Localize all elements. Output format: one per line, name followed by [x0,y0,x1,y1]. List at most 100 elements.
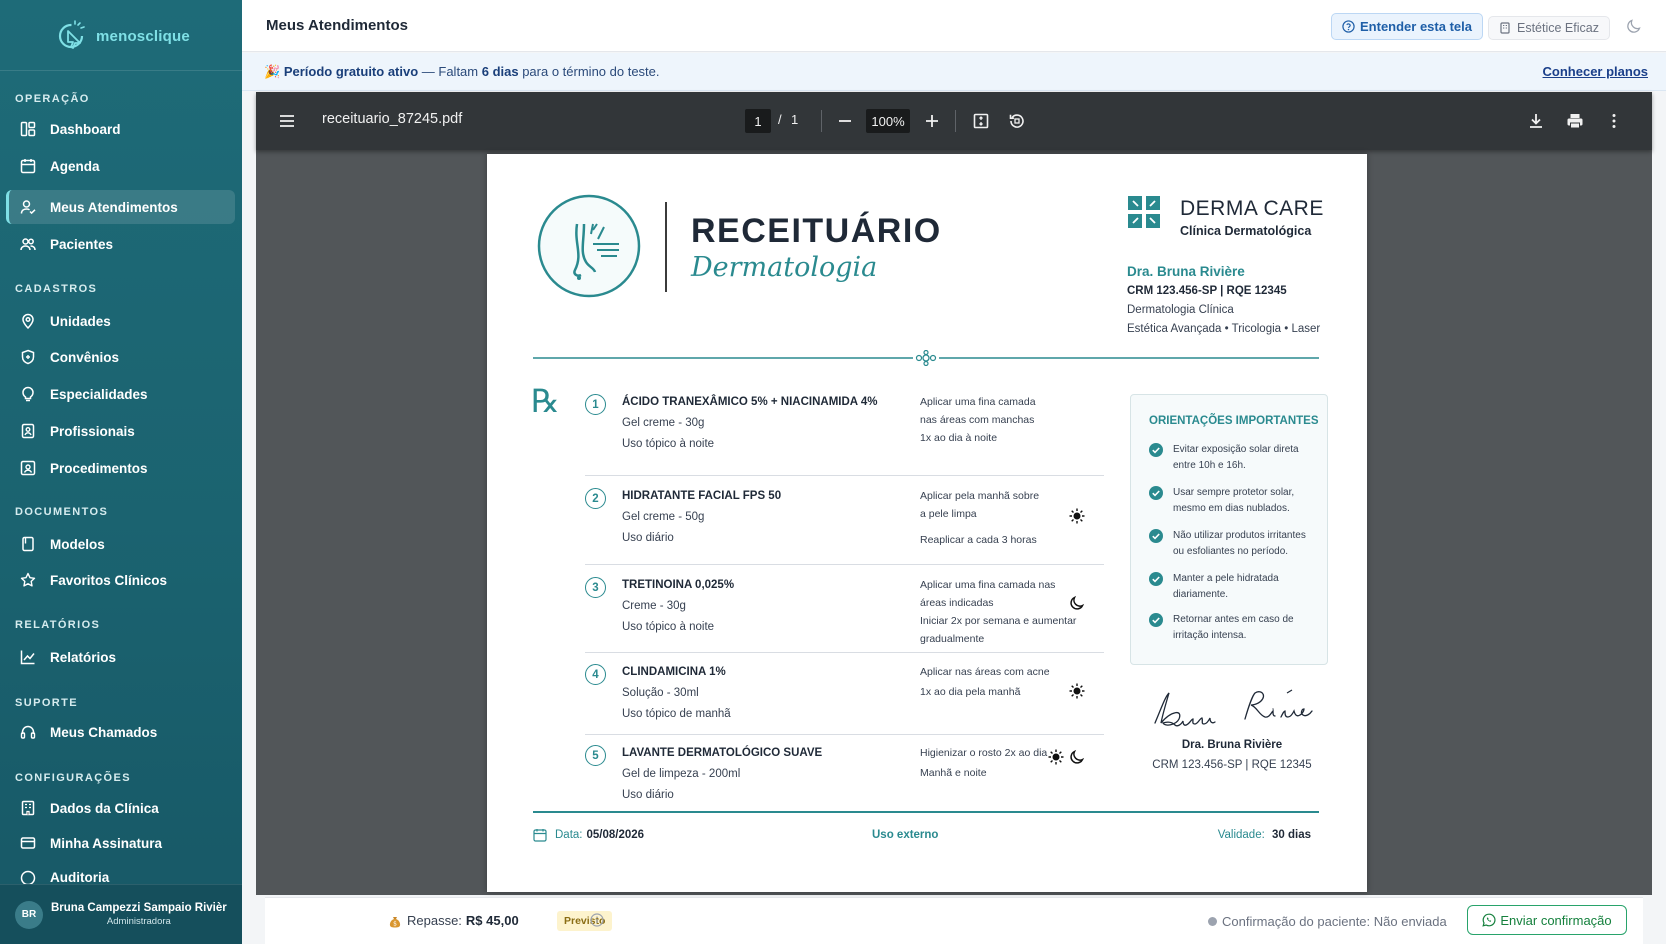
validity-label: Validade: [1217,829,1265,841]
section-title-operacao: OPERAÇÃO [15,93,90,105]
sidebar-item-meus-chamados[interactable]: Meus Chamados [6,715,235,749]
sidebar-item-meus-atendimentos[interactable]: Meus Atendimentos [6,190,235,224]
section-title-documentos: DOCUMENTOS [15,506,109,518]
clinic-subtitle: Clínica Dermatológica [1180,224,1312,238]
sidebar-item-modelos[interactable]: Modelos [6,527,235,561]
medication-name: HIDRATANTE FACIAL FPS 50 [622,490,782,502]
bottom-bar: $ Repasse: R$ 45,00 Previsto Confirmação… [265,897,1643,944]
medication-instruction: 1x ao dia à noite [920,432,998,444]
status-dot [1208,917,1217,926]
brand-name: menosclique [96,27,190,45]
zoom-out-icon[interactable] [836,112,854,130]
orientation-line: irritação intensa. [1173,630,1247,641]
confirmation-status: Confirmação do paciente: Não enviada [1208,914,1447,929]
medication-instruction: Aplicar nas áreas com acne [920,666,1050,678]
sidebar-item-dados-da-clinica[interactable]: Dados da Clínica [6,791,235,825]
sidebar-item-relatorios[interactable]: Relatórios [6,640,235,674]
toolbar-divider [955,110,956,132]
sidebar-item-profissionais[interactable]: Profissionais [6,414,235,448]
download-icon[interactable] [1527,112,1545,130]
usage-type: Uso externo [872,829,939,841]
doctor-specialty-extra: Estética Avançada • Tricologia • Laser [1127,323,1321,335]
building-icon [21,800,35,816]
fit-page-icon[interactable] [972,112,990,130]
sidebar-item-agenda[interactable]: Agenda [6,149,235,183]
footer-divider [533,811,1319,813]
sidebar-item-auditoria[interactable]: Auditoria [6,864,235,884]
medication-divider [585,564,1104,565]
dermatology-logo-icon [537,194,641,298]
date-value: 05/08/2026 [586,829,645,841]
page-number-input[interactable]: 1 [745,109,771,133]
document-title: RECEITUÁRIO [691,212,942,250]
location-pin-icon [22,313,34,329]
sidebar-item-label: Unidades [50,313,111,329]
calendar-icon [20,159,36,174]
chart-line-icon [20,650,35,665]
user-profile[interactable]: BR Bruna Campezzi Sampaio Rivièr Adminis… [0,884,242,944]
sidebar-item-especialidades[interactable]: Especialidades [6,377,235,411]
prescription-page: RECEITUÁRIO Dermatologia DERMA CARE Clín… [487,154,1367,892]
orientations-box: ORIENTAÇÕES IMPORTANTES Evitar exposição… [1130,394,1328,665]
medication-instruction: gradualmente [920,633,985,645]
confirmation-status-text: Confirmação do paciente: Não enviada [1222,914,1447,929]
sidebar-item-convenios[interactable]: Convênios [6,340,235,374]
medication-name: ÁCIDO TRANEXÂMICO 5% + NIACINAMIDA 4% [622,396,878,408]
medication-form: Creme - 30g [622,600,686,612]
section-title-relatorios: RELATÓRIOS [15,619,101,631]
clinic-selector-button[interactable]: Estétice Eficaz [1488,16,1610,40]
pdf-filename: receituario_87245.pdf [322,111,463,127]
medication-form: Gel creme - 50g [622,511,705,523]
sidebar-item-label: Minha Assinatura [50,835,163,851]
headset-icon [20,725,36,739]
section-title-configuracoes: CONFIGURAÇÕES [15,772,131,784]
trial-days: 6 dias [481,64,519,79]
medication-instruction: Aplicar pela manhã sobre [920,490,1040,502]
plans-link[interactable]: Conhecer planos [1543,64,1648,79]
clinic-selector-label: Estétice Eficaz [1517,21,1599,35]
clinic-name: DERMA CARE [1180,197,1324,220]
menu-icon[interactable] [278,112,296,130]
sidebar-item-label: Profissionais [50,423,135,439]
sidebar-item-minha-assinatura[interactable]: Minha Assinatura [6,826,235,860]
sidebar-item-dashboard[interactable]: Dashboard [6,112,235,146]
info-icon[interactable] [590,913,604,927]
sidebar-item-pacientes[interactable]: Pacientes [6,227,235,261]
avatar: BR [15,900,43,929]
medication-use: Uso tópico à noite [622,438,715,450]
print-icon[interactable] [1566,112,1584,130]
document-icon [22,536,34,552]
section-title-suporte: SUPORTE [15,697,78,709]
user-name: Bruna Campezzi Sampaio Rivièr [51,902,227,914]
moon-icon[interactable] [1626,18,1642,34]
orientation-line: entre 10h e 16h. [1173,460,1246,471]
doctor-crm: CRM 123.456-SP | RQE 12345 [1127,285,1287,297]
send-confirmation-button[interactable]: Enviar confirmação [1467,905,1627,935]
orientation-line: ou esfoliantes no período. [1173,546,1289,557]
rotate-icon[interactable] [1008,112,1026,130]
medication-divider [585,734,1104,735]
medication-use: Uso diário [622,532,674,544]
sidebar-item-favoritos-clinicos[interactable]: Favoritos Clínicos [6,563,235,597]
brand[interactable]: menosclique [56,20,190,52]
party-icon: 🎉 [264,64,281,79]
page-separator: / [778,112,782,127]
send-confirmation-label: Enviar confirmação [1500,912,1612,928]
pdf-toolbar: receituario_87245.pdf 1 / 1 100% [256,92,1652,150]
zoom-level-input[interactable]: 100% [866,109,910,133]
help-button[interactable]: Entender esta tela [1331,13,1483,40]
signature-name: Dra. Bruna Rivière [1181,739,1283,751]
building-icon [1500,22,1510,34]
zoom-in-icon[interactable] [923,112,941,130]
more-options-icon[interactable] [1605,112,1623,130]
orientation-line: Evitar exposição solar direta [1173,444,1299,455]
sidebar-item-label: Dashboard [50,121,121,137]
whatsapp-icon [1482,913,1496,927]
orientation-line: mesmo em dias nublados. [1173,503,1290,514]
prescription-validity: Validade: 30 dias [1218,829,1311,841]
medication-form: Solução - 30ml [622,687,699,699]
check-circle-icon [1149,529,1163,543]
sidebar-item-procedimentos[interactable]: Procedimentos [6,451,235,485]
medication-number: 4 [585,664,606,685]
sidebar-item-unidades[interactable]: Unidades [6,304,235,338]
